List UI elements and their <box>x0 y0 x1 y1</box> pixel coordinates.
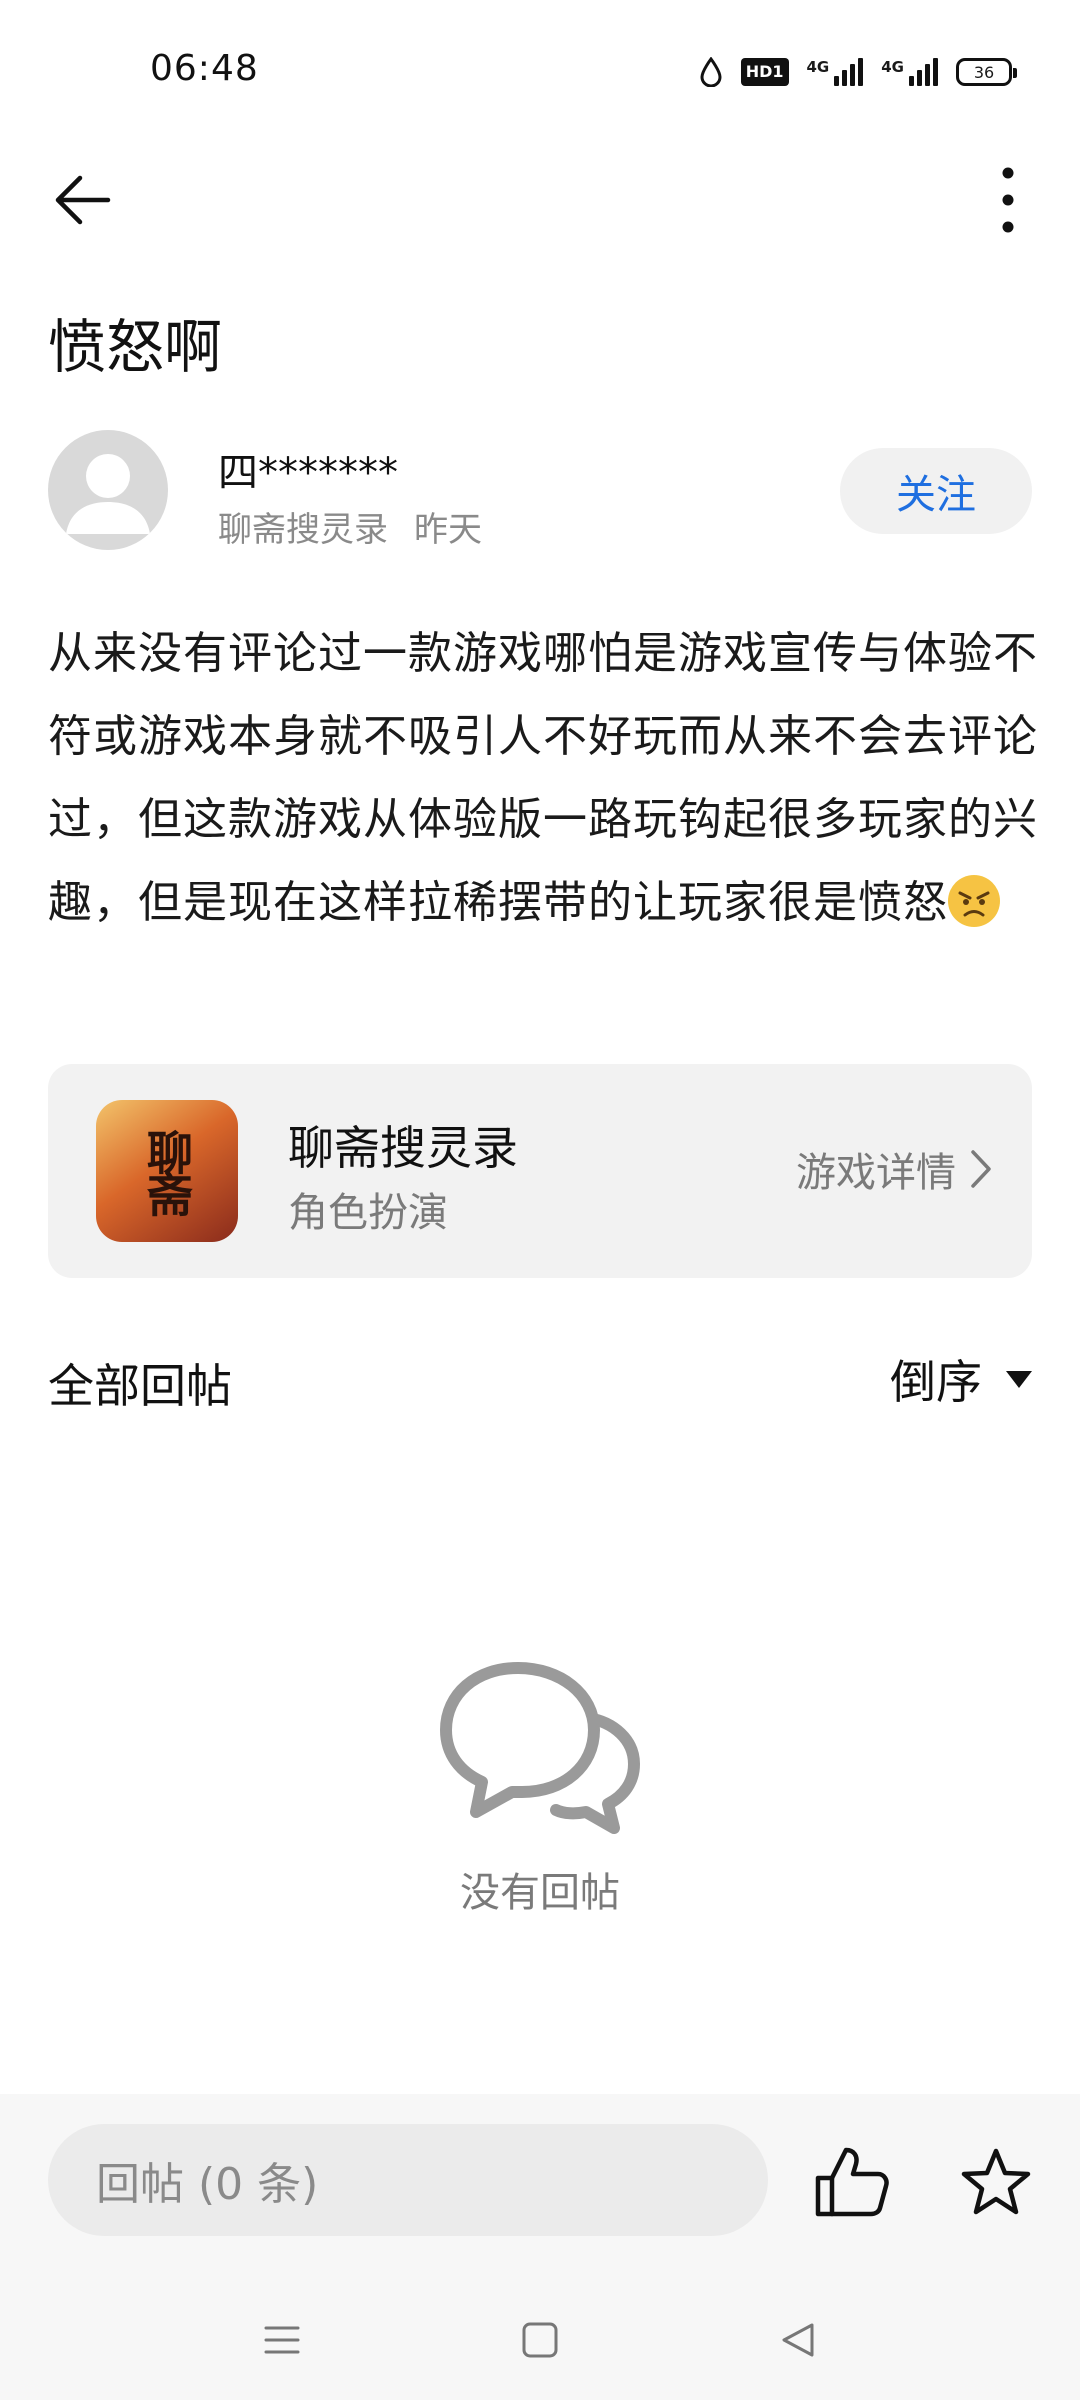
triangle-left-icon <box>782 2323 814 2357</box>
battery-icon: 36 <box>956 58 1017 86</box>
nav-back-button[interactable] <box>768 2310 828 2370</box>
system-nav-bar <box>0 2280 1080 2390</box>
author-meta: 聊斋搜灵录 昨天 <box>218 502 482 551</box>
post-time: 昨天 <box>414 510 482 550</box>
post-title: 愤怒啊 <box>48 313 223 381</box>
more-vertical-icon <box>1002 167 1014 233</box>
user-avatar-icon <box>66 454 150 534</box>
game-card[interactable]: 聊斋 聊斋搜灵录 角色扮演 游戏详情 <box>48 1064 1032 1278</box>
arrow-left-icon <box>55 175 111 225</box>
game-genre: 角色扮演 <box>288 1190 448 1236</box>
game-detail-link[interactable]: 游戏详情 <box>796 1140 992 1198</box>
author-source: 聊斋搜灵录 <box>218 510 388 550</box>
signal-icon: 4G <box>807 58 864 86</box>
star-icon <box>961 2148 1031 2215</box>
status-time: 06:48 <box>150 48 259 89</box>
hd-badge: HD1 <box>740 58 789 86</box>
triangle-down-icon <box>1006 1370 1032 1388</box>
like-button[interactable] <box>808 2138 896 2226</box>
status-bar: 06:48 HD1 4G 4G 36 <box>0 0 1080 140</box>
menu-lines-icon <box>264 2326 300 2354</box>
back-button[interactable] <box>40 158 124 242</box>
replies-title: 全部回帖 <box>48 1359 232 1413</box>
sort-label: 倒序 <box>890 1355 982 1409</box>
game-detail-label: 游戏详情 <box>796 1150 956 1196</box>
network-type-label: 4G <box>806 58 830 76</box>
post-body-text: 从来没有评论过一款游戏哪怕是游戏宣传与体验不符或游戏本身就不吸引人不好玩而从来不… <box>48 628 1038 928</box>
more-button[interactable] <box>966 158 1050 242</box>
avatar[interactable] <box>48 430 168 550</box>
post-body: 从来没有评论过一款游戏哪怕是游戏宣传与体验不符或游戏本身就不吸引人不好玩而从来不… <box>48 612 1038 944</box>
reply-input[interactable]: 回帖 (0 条) <box>48 2124 768 2236</box>
follow-button[interactable]: 关注 <box>840 448 1032 534</box>
chat-bubbles-icon <box>440 1662 640 1834</box>
favorite-button[interactable] <box>952 2138 1040 2226</box>
chevron-right-icon <box>971 1150 991 1188</box>
network-type-label-2: 4G <box>881 58 904 76</box>
square-icon <box>522 2322 558 2358</box>
game-icon: 聊斋 <box>96 1100 238 1242</box>
nav-home-button[interactable] <box>510 2310 570 2370</box>
angry-face-icon <box>948 875 1000 927</box>
thumbs-up-icon <box>815 2147 889 2217</box>
signal-icon-2: 4G <box>881 58 938 86</box>
status-icons: HD1 4G 4G 36 <box>699 52 1017 92</box>
nav-menu-button[interactable] <box>252 2310 312 2370</box>
game-name: 聊斋搜灵录 <box>288 1121 518 1175</box>
game-icon-logo: 聊斋 <box>140 1129 194 1213</box>
drop-icon <box>699 57 723 87</box>
author-name[interactable]: 四******* <box>218 440 398 498</box>
top-bar <box>0 140 1080 250</box>
empty-replies-text: 没有回帖 <box>460 1870 620 1916</box>
sort-control[interactable]: 倒序 <box>890 1346 1032 1412</box>
